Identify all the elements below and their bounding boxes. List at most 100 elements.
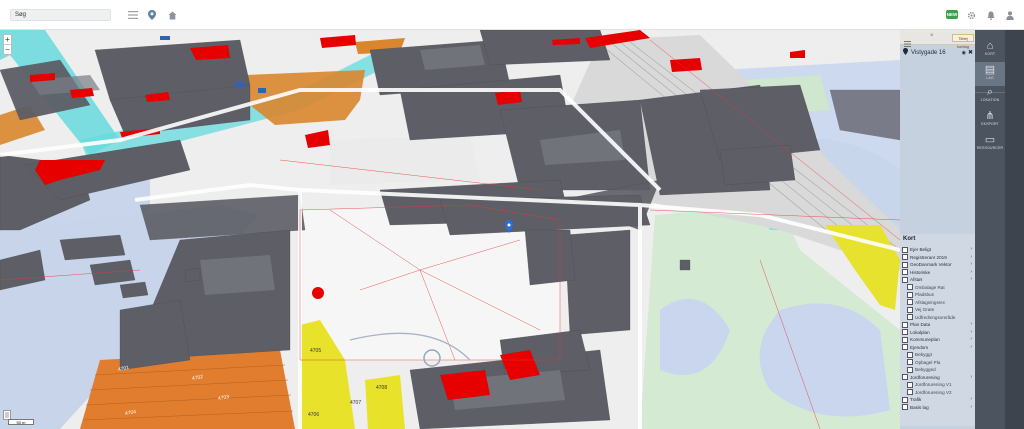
user-icon[interactable] xyxy=(1004,9,1016,21)
bell-icon[interactable] xyxy=(985,9,997,21)
layer-checkbox[interactable] xyxy=(902,396,908,403)
home-map-icon: ⌂ xyxy=(986,40,994,52)
layer-checkbox[interactable] xyxy=(902,344,908,351)
layer-checkbox[interactable] xyxy=(902,404,908,411)
area-label: 4707 xyxy=(350,400,362,406)
layer-checkbox[interactable] xyxy=(902,336,908,343)
layer-item[interactable]: Kommuneplan › xyxy=(902,336,974,344)
chevron-right-icon[interactable]: › xyxy=(970,246,974,254)
pin-icon xyxy=(903,47,908,59)
chevron-right-icon[interactable]: › xyxy=(970,276,974,284)
add-layer-tab[interactable]: Tilfæj kortlag xyxy=(952,34,974,49)
layer-checkbox[interactable] xyxy=(907,351,913,358)
layer-label: Udfredningsområde xyxy=(915,314,956,320)
layer-checkbox[interactable] xyxy=(902,246,908,253)
map-canvas[interactable]: 4701 4702 4703 4704 4705 4706 4707 4708 xyxy=(0,30,900,429)
layer-label: Ejendom xyxy=(910,344,929,350)
chevron-right-icon[interactable]: › xyxy=(970,336,974,344)
location-pin-icon[interactable] xyxy=(146,9,158,21)
layer-item[interactable]: Lokalplan › xyxy=(902,329,974,337)
layer-label: Ombalage Rat xyxy=(915,284,945,290)
chevron-right-icon[interactable]: › xyxy=(970,344,974,352)
layer-checkbox[interactable] xyxy=(902,374,908,381)
new-badge[interactable]: NEW xyxy=(946,10,958,19)
home-icon[interactable] xyxy=(166,9,178,21)
layer-checkbox[interactable] xyxy=(907,299,913,306)
layer-item[interactable]: Plan Data › xyxy=(902,321,974,329)
layer-checkbox[interactable] xyxy=(907,381,913,388)
layer-item[interactable]: Basis lag › xyxy=(902,404,974,412)
layer-checkbox[interactable] xyxy=(902,321,908,328)
layer-checkbox[interactable] xyxy=(907,314,913,321)
layer-label: GeoDanmark Vektor xyxy=(910,262,952,267)
chevron-right-icon[interactable]: › xyxy=(970,396,974,404)
panel-close-icon[interactable]: × xyxy=(930,33,934,39)
layer-item[interactable]: Ejendom › xyxy=(902,344,974,352)
menu-icon[interactable] xyxy=(127,9,139,21)
search-input[interactable] xyxy=(10,9,111,21)
chevron-right-icon[interactable]: › xyxy=(970,329,974,337)
layer-checkbox[interactable] xyxy=(902,269,908,276)
top-bar: NEW xyxy=(0,0,1024,30)
document-icon: ▭ xyxy=(984,134,996,146)
layer-checkbox[interactable] xyxy=(902,261,908,268)
orange-zone-southwest xyxy=(80,350,295,429)
gear-icon[interactable] xyxy=(965,9,977,21)
close-icon[interactable]: ✖ xyxy=(968,48,973,58)
layer-checkbox[interactable] xyxy=(902,329,908,336)
layer-item[interactable]: Historiske › xyxy=(902,269,974,277)
layer-item[interactable]: Registreranr 2019 › xyxy=(902,254,974,262)
rail-item-lag[interactable]: ▤ LAG xyxy=(975,62,1005,86)
chevron-right-icon[interactable]: › xyxy=(970,254,974,262)
layer-checkbox[interactable] xyxy=(902,276,908,283)
layer-label: Vej Grate xyxy=(915,307,935,312)
rail-item-ressourcer[interactable]: ▭ RESSOURCER xyxy=(975,134,1005,150)
area-label: 4708 xyxy=(376,385,388,391)
map-3d-view xyxy=(0,30,900,429)
layer-checkbox[interactable] xyxy=(907,306,913,313)
area-label: 4705 xyxy=(310,348,322,354)
layer-label: Pladsbus xyxy=(915,292,934,297)
layer-label: Jordforurening V1 xyxy=(915,382,952,387)
rail-item-eksport[interactable]: ⋔ EKSPORT xyxy=(975,110,1005,126)
zoom-in-button[interactable]: + xyxy=(4,35,11,44)
layer-checkbox[interactable] xyxy=(907,291,913,298)
chevron-right-icon[interactable]: › xyxy=(970,261,974,269)
layer-checkbox[interactable] xyxy=(902,254,908,261)
layer-item[interactable]: Afslagningsrec xyxy=(902,299,974,307)
chevron-right-icon[interactable]: › xyxy=(970,269,974,277)
scale-bar: 50 m xyxy=(8,419,34,425)
layer-label: Opbagel Pla xyxy=(915,359,941,365)
layer-checkbox[interactable] xyxy=(907,284,913,291)
layer-item[interactable]: Ejer Beligt › xyxy=(902,246,974,254)
target-icon[interactable]: ◉ xyxy=(962,48,966,58)
layer-item[interactable]: Jordforurening › xyxy=(902,374,974,382)
layer-item[interactable]: Trafik › xyxy=(902,396,974,404)
chevron-right-icon[interactable]: › xyxy=(970,321,974,329)
layer-checkbox[interactable] xyxy=(907,359,913,366)
layer-label: Bebyggt xyxy=(915,352,932,357)
layer-item[interactable]: Udfredningsområde xyxy=(902,314,974,322)
layer-label: Jordforurening xyxy=(910,374,940,380)
layer-label: Plan Data xyxy=(910,322,931,327)
layer-checkbox[interactable] xyxy=(907,366,913,373)
layer-item[interactable]: Bebygged xyxy=(902,366,974,374)
chevron-right-icon[interactable]: › xyxy=(970,374,974,382)
zoom-out-button[interactable]: − xyxy=(4,44,11,54)
chevron-right-icon[interactable]: › xyxy=(970,404,974,412)
rail-edge xyxy=(1005,30,1024,429)
layer-label: Historiske xyxy=(910,269,931,275)
layer-item[interactable]: Afstøt › xyxy=(902,276,974,284)
layer-item[interactable]: Opbagel Pla xyxy=(902,359,974,367)
layer-item[interactable]: Jordforurening V2 xyxy=(902,389,974,397)
layer-checkbox[interactable] xyxy=(907,389,913,396)
layer-item[interactable]: Pladsbus xyxy=(902,291,974,299)
layer-item[interactable]: Bebyggt xyxy=(902,351,974,359)
rail-item-kort[interactable]: ⌂ KORT xyxy=(975,40,1005,56)
layer-item[interactable]: Vej Grate xyxy=(902,306,974,314)
layer-item[interactable]: Jordforurening V1 xyxy=(902,381,974,389)
layer-item[interactable]: Ombalage Rat xyxy=(902,284,974,292)
rail-item-lokation[interactable]: ⌕ LOKATION xyxy=(975,86,1005,102)
layer-item[interactable]: GeoDanmark Vektor › xyxy=(902,261,974,269)
layer-label: Ejer Beligt xyxy=(910,247,931,252)
